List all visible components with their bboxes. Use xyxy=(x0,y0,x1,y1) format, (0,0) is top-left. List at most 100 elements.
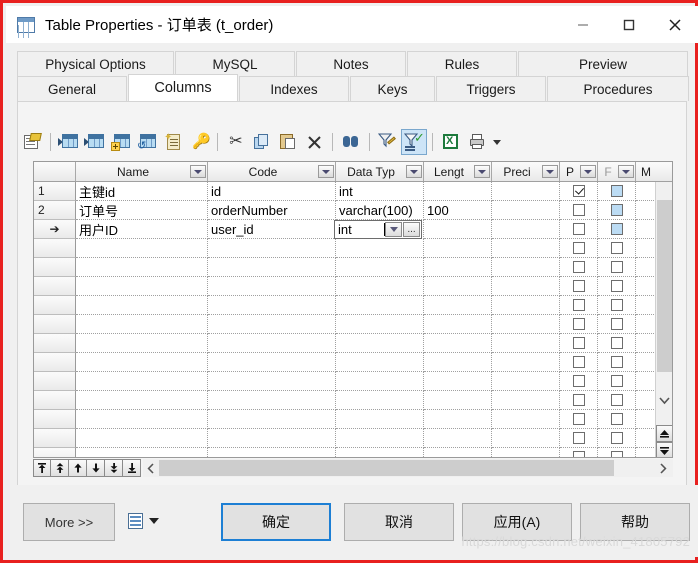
cell-datatype[interactable]: int xyxy=(336,182,424,201)
checkbox-primary[interactable] xyxy=(572,318,585,330)
scroll-right-arrow[interactable] xyxy=(655,459,671,477)
tab-preview[interactable]: Preview xyxy=(518,51,688,76)
checkbox-foreign[interactable] xyxy=(610,261,623,273)
cell-name[interactable] xyxy=(76,391,208,410)
cell-datatype[interactable] xyxy=(336,391,424,410)
cell-mandatory[interactable] xyxy=(636,201,656,220)
cell-name[interactable] xyxy=(76,296,208,315)
tab-triggers[interactable]: Triggers xyxy=(436,76,546,101)
cell-rowhdr[interactable] xyxy=(34,353,76,372)
paste-icon[interactable] xyxy=(275,129,301,155)
cell-length[interactable] xyxy=(424,239,492,258)
grid-header-mandatory[interactable]: M xyxy=(636,162,656,181)
cell-m[interactable] xyxy=(636,372,656,391)
cell-foreign[interactable] xyxy=(598,201,636,220)
cell-primary[interactable] xyxy=(560,201,598,220)
checkbox-primary[interactable] xyxy=(572,261,585,273)
cell-f[interactable] xyxy=(598,334,636,353)
cell-rowhdr[interactable] xyxy=(34,315,76,334)
cell-datatype[interactable] xyxy=(336,410,424,429)
cell-rowhdr[interactable] xyxy=(34,296,76,315)
checkbox-foreign[interactable] xyxy=(610,337,623,349)
cell-length[interactable] xyxy=(424,448,492,457)
cell-m[interactable] xyxy=(636,353,656,372)
cell-foreign[interactable] xyxy=(598,182,636,201)
table-row-empty[interactable] xyxy=(34,315,672,334)
cell-precision[interactable] xyxy=(492,410,560,429)
cell-name[interactable] xyxy=(76,239,208,258)
cell-rowhdr[interactable] xyxy=(34,410,76,429)
cell-p[interactable] xyxy=(560,429,598,448)
cell-name[interactable] xyxy=(76,258,208,277)
cell-p[interactable] xyxy=(560,448,598,457)
cell-length[interactable] xyxy=(424,372,492,391)
cell-p[interactable] xyxy=(560,334,598,353)
help-button[interactable]: 帮助 xyxy=(580,503,690,541)
cell-precision[interactable] xyxy=(492,277,560,296)
cell-name[interactable] xyxy=(76,448,208,457)
move-first-button[interactable] xyxy=(33,459,51,477)
cell-code[interactable]: orderNumber xyxy=(208,201,336,220)
chevron-down-icon[interactable] xyxy=(318,165,334,178)
tab-rules[interactable]: Rules xyxy=(407,51,517,76)
ok-button[interactable]: 确定 xyxy=(221,503,331,541)
cell-f[interactable] xyxy=(598,429,636,448)
edit-filter-icon[interactable] xyxy=(375,129,401,155)
checkbox-primary[interactable] xyxy=(572,280,585,292)
cell-precision[interactable] xyxy=(492,353,560,372)
ellipsis-button[interactable]: ... xyxy=(403,222,420,237)
cell-m[interactable] xyxy=(636,410,656,429)
export-excel-icon[interactable]: X xyxy=(438,129,464,155)
cell-f[interactable] xyxy=(598,448,636,457)
checkbox-foreign[interactable] xyxy=(610,375,623,387)
cell-precision[interactable] xyxy=(492,448,560,457)
cell-foreign[interactable] xyxy=(598,220,636,239)
cell-rowhdr[interactable] xyxy=(34,258,76,277)
checkbox-primary[interactable] xyxy=(572,375,585,387)
cell-length[interactable]: 100 xyxy=(424,201,492,220)
cell-datatype[interactable] xyxy=(336,353,424,372)
cell-f[interactable] xyxy=(598,315,636,334)
checkbox-foreign[interactable] xyxy=(610,432,623,444)
checkbox-foreign[interactable] xyxy=(610,204,623,216)
chevron-down-icon[interactable] xyxy=(406,165,422,178)
cell-code[interactable] xyxy=(208,258,336,277)
cell-datatype[interactable]: varchar(100) xyxy=(336,201,424,220)
cell-precision[interactable] xyxy=(492,429,560,448)
cell-precision[interactable] xyxy=(492,239,560,258)
table-row-empty[interactable] xyxy=(34,372,672,391)
cell-length[interactable] xyxy=(424,277,492,296)
cell-datatype[interactable] xyxy=(336,448,424,457)
cell-datatype[interactable] xyxy=(336,296,424,315)
chevron-down-icon[interactable] xyxy=(474,165,490,178)
cell-m[interactable] xyxy=(636,296,656,315)
scrollbar-thumb[interactable] xyxy=(657,200,672,372)
cell-f[interactable] xyxy=(598,410,636,429)
checkbox-primary[interactable] xyxy=(572,413,585,425)
cell-code[interactable] xyxy=(208,315,336,334)
checkbox-primary[interactable] xyxy=(572,223,585,235)
cell-code[interactable]: id xyxy=(208,182,336,201)
cell-name[interactable] xyxy=(76,410,208,429)
grid-horizontal-scrollbar[interactable] xyxy=(143,459,673,477)
cell-datatype[interactable] xyxy=(336,239,424,258)
cancel-button[interactable]: 取消 xyxy=(344,503,454,541)
tab-mysql[interactable]: MySQL xyxy=(175,51,295,76)
maximize-button[interactable] xyxy=(606,6,652,43)
close-button[interactable] xyxy=(652,6,698,43)
cell-precision[interactable] xyxy=(492,258,560,277)
cell-p[interactable] xyxy=(560,315,598,334)
table-row-empty[interactable] xyxy=(34,448,672,457)
table-row-empty[interactable] xyxy=(34,334,672,353)
cell-name[interactable] xyxy=(76,429,208,448)
cell-rowhdr[interactable] xyxy=(34,239,76,258)
cell-precision[interactable] xyxy=(492,201,560,220)
checkbox-foreign[interactable] xyxy=(610,242,623,254)
table-row-empty[interactable] xyxy=(34,429,672,448)
tab-indexes[interactable]: Indexes xyxy=(239,76,349,101)
cell-length[interactable] xyxy=(424,353,492,372)
chevron-down-icon[interactable] xyxy=(190,165,206,178)
grid-header-foreign[interactable]: F xyxy=(598,162,636,181)
cell-rowhdr[interactable] xyxy=(34,277,76,296)
cell-m[interactable] xyxy=(636,258,656,277)
